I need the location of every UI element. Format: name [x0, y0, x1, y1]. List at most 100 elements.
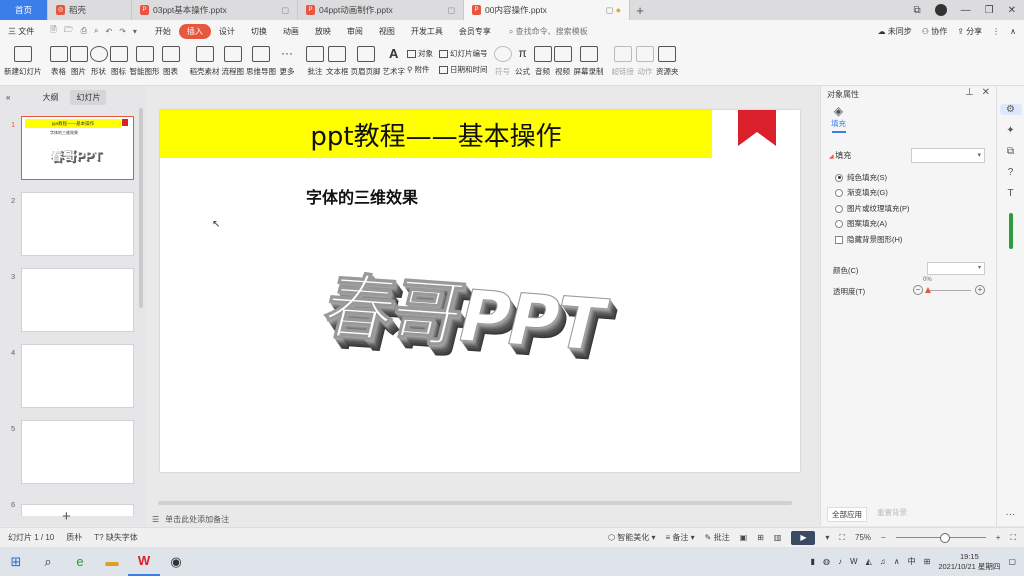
slide-thumb-row[interactable]: 2: [0, 192, 146, 262]
properties-icon[interactable]: ⚙: [999, 104, 1022, 115]
transparency-slider[interactable]: − 0% +: [913, 277, 985, 297]
redo-icon[interactable]: ↷: [119, 27, 126, 36]
smart-graphic-button[interactable]: 智能图形: [130, 42, 160, 82]
title-bar[interactable]: ppt教程——基本操作: [160, 110, 712, 158]
chart-button[interactable]: 图表: [161, 42, 180, 82]
notification-icon[interactable]: ▢: [1008, 557, 1016, 566]
wps-icon[interactable]: W: [128, 547, 160, 576]
zoom-level[interactable]: 75%: [855, 533, 871, 542]
search-icon[interactable]: ⌕: [32, 547, 64, 576]
resource-button[interactable]: 资源夹: [656, 42, 679, 82]
formula-button[interactable]: π 公式: [514, 42, 532, 82]
collapse-ribbon-icon[interactable]: ∧: [1010, 27, 1016, 36]
menu-insert[interactable]: 插入: [178, 23, 211, 39]
animation-icon[interactable]: ✦: [1006, 125, 1014, 136]
undo-icon[interactable]: ↶: [105, 27, 112, 36]
slide-title[interactable]: ppt教程——基本操作: [310, 116, 561, 153]
close-icon[interactable]: ✕: [982, 87, 990, 98]
ime-indicator[interactable]: 中: [908, 556, 916, 567]
more-icon[interactable]: ⋮: [992, 27, 1000, 36]
tab-file-00[interactable]: P 00内容操作.pptx ◻ ●: [464, 0, 630, 20]
slide-subtitle[interactable]: 字体的三维效果: [306, 184, 418, 208]
menu-slideshow[interactable]: 放映: [307, 26, 339, 37]
network-icon[interactable]: ◭: [866, 557, 872, 566]
menu-developer[interactable]: 开发工具: [403, 26, 451, 37]
menu-review[interactable]: 审阅: [339, 26, 371, 37]
shape-button[interactable]: 形状: [89, 42, 108, 82]
notes-area[interactable]: ☰ 单击此处添加备注: [146, 511, 818, 527]
wechat-icon[interactable]: ◍: [823, 557, 830, 566]
attachment-button[interactable]: ⚲ 附件: [407, 64, 433, 75]
tab-file-03[interactable]: P 03ppt基本操作.pptx ◻: [132, 0, 298, 20]
windows-start-icon[interactable]: ⊞: [0, 547, 32, 576]
file-explorer-icon[interactable]: ▬: [96, 547, 128, 576]
slide-thumbnail[interactable]: [21, 420, 134, 484]
file-menu[interactable]: 三 文件: [0, 26, 42, 37]
slide-canvas[interactable]: ppt教程——基本操作 字体的三维效果 春哥PPT: [160, 110, 800, 472]
docer-material-button[interactable]: 稻壳素材: [190, 42, 220, 82]
transition-icon[interactable]: ⧉: [1007, 146, 1014, 157]
wps-tray-icon[interactable]: W: [850, 557, 858, 566]
hide-background-checkbox[interactable]: 隐藏背景图形(H): [835, 234, 902, 245]
more-button[interactable]: ··· 更多: [278, 42, 296, 82]
hyperlink-button[interactable]: 超链接: [612, 42, 634, 82]
option-picture-fill[interactable]: 图片或纹理填充(P): [835, 203, 910, 214]
menu-animation[interactable]: 动画: [275, 26, 307, 37]
expand-tray-icon[interactable]: ∧: [894, 557, 900, 566]
command-search[interactable]: ⌕ 查找命令、搜索模板: [509, 26, 588, 37]
customize-icon[interactable]: ▾: [133, 27, 137, 36]
sync-status[interactable]: ☁ 未同步: [878, 26, 912, 37]
slide-thumb-row[interactable]: 5: [0, 420, 146, 490]
slide-thumb-row[interactable]: 4: [0, 344, 146, 414]
add-slide-button[interactable]: +: [62, 508, 71, 525]
tab-file-04[interactable]: P 04ppt动画制作.pptx ◻: [298, 0, 464, 20]
mindmap-button[interactable]: 思维导图: [246, 42, 276, 82]
play-options-icon[interactable]: ▾: [825, 533, 829, 542]
reset-background-button[interactable]: 重置背景: [877, 507, 907, 522]
fullscreen-icon[interactable]: ⛶: [1010, 533, 1016, 543]
slide-thumb-row[interactable]: 6: [0, 500, 146, 516]
print-icon[interactable]: ⎙: [81, 26, 87, 36]
comments-toggle[interactable]: ✎ 批注: [705, 532, 730, 543]
help-icon[interactable]: ?: [1008, 167, 1014, 178]
clock[interactable]: 19:15 2021/10/21 星期四: [938, 552, 1000, 572]
horizontal-scrollbar[interactable]: [148, 500, 808, 506]
sorter-view-icon[interactable]: ⊞: [757, 533, 764, 542]
increase-button[interactable]: +: [975, 285, 985, 295]
browser-icon[interactable]: e: [64, 547, 96, 576]
notes-toggle[interactable]: ≡ 备注 ▾: [666, 532, 695, 543]
reading-view-icon[interactable]: ▥: [774, 533, 782, 542]
video-button[interactable]: 视频: [553, 42, 572, 82]
more-icon[interactable]: ···: [1006, 509, 1016, 520]
icon-button[interactable]: 图标: [109, 42, 128, 82]
slide-thumbnail[interactable]: [21, 344, 134, 408]
audio-button[interactable]: 音频: [533, 42, 552, 82]
textbox-button[interactable]: 文本框: [326, 42, 349, 82]
comment-button[interactable]: 批注: [306, 42, 324, 82]
share-button[interactable]: ⇪ 分享: [957, 26, 982, 37]
option-pattern-fill[interactable]: 图案填充(A): [835, 218, 887, 229]
maximize-button[interactable]: ❐: [985, 5, 994, 16]
wordart-3d-text[interactable]: 春哥PPT: [315, 250, 616, 370]
slides-scrollbar[interactable]: [139, 108, 143, 308]
new-tab-button[interactable]: +: [630, 0, 650, 20]
ime-mode-icon[interactable]: ⊞: [924, 557, 931, 566]
scrollbar-thumb[interactable]: [158, 501, 792, 505]
tab-home[interactable]: 首页: [0, 0, 48, 20]
zoom-in-button[interactable]: +: [996, 533, 1001, 542]
tab-outline[interactable]: 大纲: [42, 92, 58, 103]
avatar[interactable]: [934, 4, 947, 16]
option-solid-fill[interactable]: 纯色填充(S): [835, 172, 887, 183]
flowchart-button[interactable]: 流程图: [222, 42, 244, 82]
app-icon[interactable]: ◉: [160, 547, 192, 576]
action-button[interactable]: 动作: [636, 42, 654, 82]
menu-transition[interactable]: 切换: [243, 26, 275, 37]
battery-icon[interactable]: ▮: [811, 557, 815, 566]
fill-preset-dropdown[interactable]: [911, 148, 985, 163]
table-button[interactable]: 表格: [49, 42, 68, 82]
zoom-slider[interactable]: [895, 533, 986, 543]
smart-beautify-button[interactable]: ⬡ 智能美化 ▾: [608, 532, 655, 543]
missing-font-indicator[interactable]: T? 缺失字体: [94, 532, 138, 543]
microphone-icon[interactable]: ♪: [838, 557, 842, 566]
slide-thumbnail[interactable]: [21, 192, 134, 256]
